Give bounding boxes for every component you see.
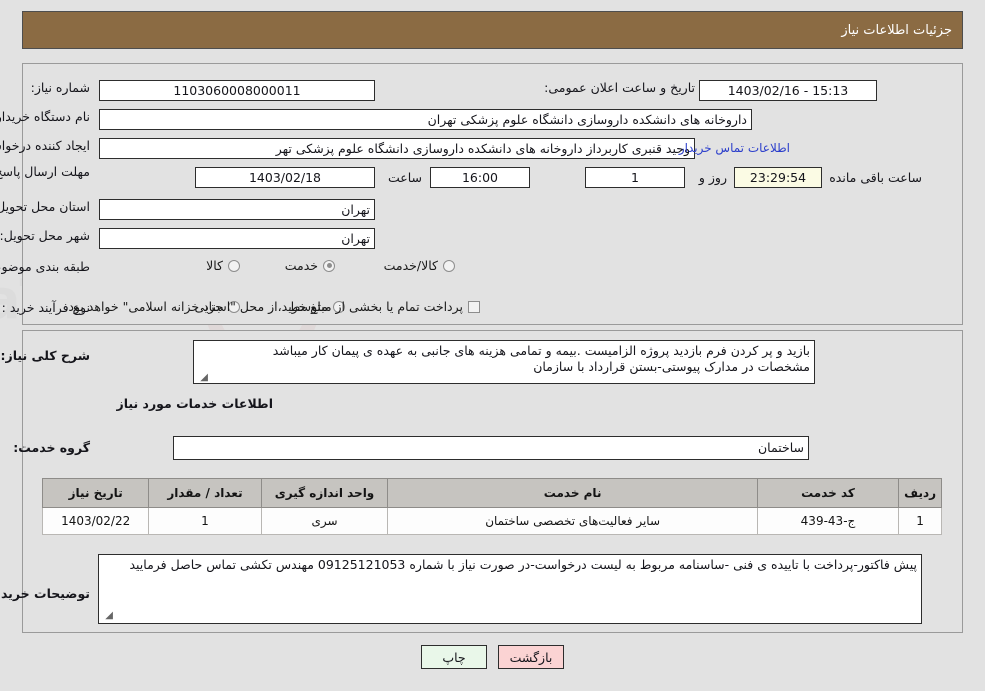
services-table: ردیف کد خدمت نام خدمت واحد اندازه گیری ت… — [41, 478, 942, 535]
buyer-notes-label: توضیحات خریدار: — [0, 586, 90, 601]
deadline-hour-value: 16:00 — [430, 167, 530, 188]
buyer-org-value: داروخانه های دانشکده داروسازی دانشگاه عل… — [99, 109, 752, 130]
treasury-checkbox-label: پرداخت تمام یا بخشی از مبلغ خرید،از محل … — [64, 299, 463, 314]
description-label-wrap: شرح کلی نیاز: — [1, 348, 90, 363]
classification-option-label-1: خدمت — [284, 258, 318, 273]
th-row-number: ردیف — [898, 478, 942, 508]
city-value: تهران — [99, 228, 375, 249]
table-row: 1 ج-43-439 سایر فعالیت‌های تخصصی ساختمان… — [41, 507, 942, 535]
classification-label-wrap: طبقه بندی موضوعی: — [0, 259, 90, 274]
service-group-label-wrap: گروه خدمت: — [13, 440, 90, 455]
city-label: شهر محل تحویل: — [0, 228, 90, 243]
cell-row-number: 1 — [898, 507, 942, 535]
classification-option-goods-service[interactable]: کالا/خدمت — [384, 258, 455, 273]
services-section-title: اطلاعات خدمات مورد نیاز — [116, 396, 274, 411]
cell-service-code: ج-43-439 — [756, 507, 900, 535]
deadline-label-wrap: مهلت ارسال پاسخ: تا تاریخ: — [0, 164, 90, 179]
province-label-wrap: استان محل تحویل: — [0, 199, 90, 214]
need-info-panel — [22, 63, 963, 325]
deadline-hour-label: ساعت — [387, 170, 422, 185]
classification-option-goods[interactable]: کالا — [206, 258, 240, 273]
description-resize-grip-icon[interactable]: ◢ — [200, 372, 208, 383]
buyer-org-label-wrap: نام دستگاه خریدار: — [0, 109, 90, 124]
classification-option-service[interactable]: خدمت — [285, 258, 335, 273]
radio-service-icon[interactable] — [323, 259, 335, 272]
services-table-header-row: ردیف کد خدمت نام خدمت واحد اندازه گیری ت… — [41, 478, 942, 508]
requester-value: وحید قنبری کاربرداز داروخانه های دانشکده… — [99, 138, 695, 159]
print-button[interactable]: چاپ — [421, 645, 487, 669]
cell-unit: سری — [260, 507, 389, 535]
need-number-label-wrap: شماره نیاز: — [31, 80, 90, 95]
requester-label-wrap: ایجاد کننده درخواست: — [0, 138, 90, 153]
description-textarea[interactable]: بازید و پر کردن فرم بازدید پروژه الزامیس… — [193, 340, 815, 384]
radio-goods-icon[interactable] — [228, 259, 240, 272]
service-group-value: ساختمان — [173, 436, 809, 460]
province-value: تهران — [99, 199, 375, 220]
requester-label: ایجاد کننده درخواست: — [0, 138, 90, 153]
service-group-label: گروه خدمت: — [13, 440, 90, 455]
description-label: شرح کلی نیاز: — [0, 348, 90, 363]
deadline-label: مهلت ارسال پاسخ: تا تاریخ: — [0, 164, 90, 179]
timer-suffix-label: ساعت باقی مانده — [829, 170, 922, 185]
classification-label: طبقه بندی موضوعی: — [0, 259, 90, 274]
countdown-timer: 23:29:54 — [734, 167, 822, 188]
page-header: جزئیات اطلاعات نیاز — [22, 11, 963, 49]
days-unit-label: روز و — [698, 170, 727, 185]
th-service-code: کد خدمت — [756, 478, 900, 508]
cell-service-name: سایر فعالیت‌های تخصصی ساختمان — [387, 507, 758, 535]
province-label: استان محل تحویل: — [0, 199, 90, 214]
announce-label-wrap: تاریخ و ساعت اعلان عمومی: — [544, 80, 695, 95]
buyer-notes-textarea[interactable]: پیش فاکتور-پرداخت با تاییده ی فنی -ساسنا… — [98, 554, 922, 624]
days-remaining-value: 1 — [585, 167, 685, 188]
announce-datetime-label: تاریخ و ساعت اعلان عمومی: — [544, 80, 695, 95]
page-title: جزئیات اطلاعات نیاز — [841, 22, 952, 38]
th-quantity: تعداد / مقدار — [148, 478, 262, 508]
treasury-checkbox-row[interactable]: پرداخت تمام یا بخشی از مبلغ خرید،از محل … — [64, 299, 480, 314]
buyer-notes-resize-grip-icon[interactable]: ◢ — [105, 610, 113, 621]
need-number-label: شماره نیاز: — [30, 80, 90, 95]
deadline-date-value: 1403/02/18 — [195, 167, 375, 188]
announce-datetime-value: 15:13 - 1403/02/16 — [699, 80, 877, 101]
buyer-contact-link[interactable]: اطلاعات تماس خریدار — [679, 141, 790, 155]
cell-need-date: 1403/02/22 — [41, 507, 150, 535]
classification-option-label-2: کالا/خدمت — [383, 258, 438, 273]
th-need-date: تاریخ نیاز — [41, 478, 150, 508]
th-service-name: نام خدمت — [387, 478, 758, 508]
city-label-wrap: شهر محل تحویل: — [0, 228, 90, 243]
treasury-checkbox-icon[interactable] — [468, 300, 480, 313]
cell-quantity: 1 — [148, 507, 262, 535]
need-number-value: 1103060008000011 — [99, 80, 375, 101]
page-root: جزئیات اطلاعات نیاز شماره نیاز: 11030600… — [0, 0, 985, 691]
th-unit: واحد اندازه گیری — [260, 478, 389, 508]
classification-option-label-0: کالا — [206, 258, 223, 273]
action-buttons: بازگشت چاپ — [0, 645, 985, 669]
back-button[interactable]: بازگشت — [498, 645, 564, 669]
radio-goods-service-icon[interactable] — [443, 259, 455, 272]
buyer-org-label: نام دستگاه خریدار: — [0, 109, 90, 124]
buyer-notes-label-wrap: توضیحات خریدار: — [0, 586, 90, 601]
